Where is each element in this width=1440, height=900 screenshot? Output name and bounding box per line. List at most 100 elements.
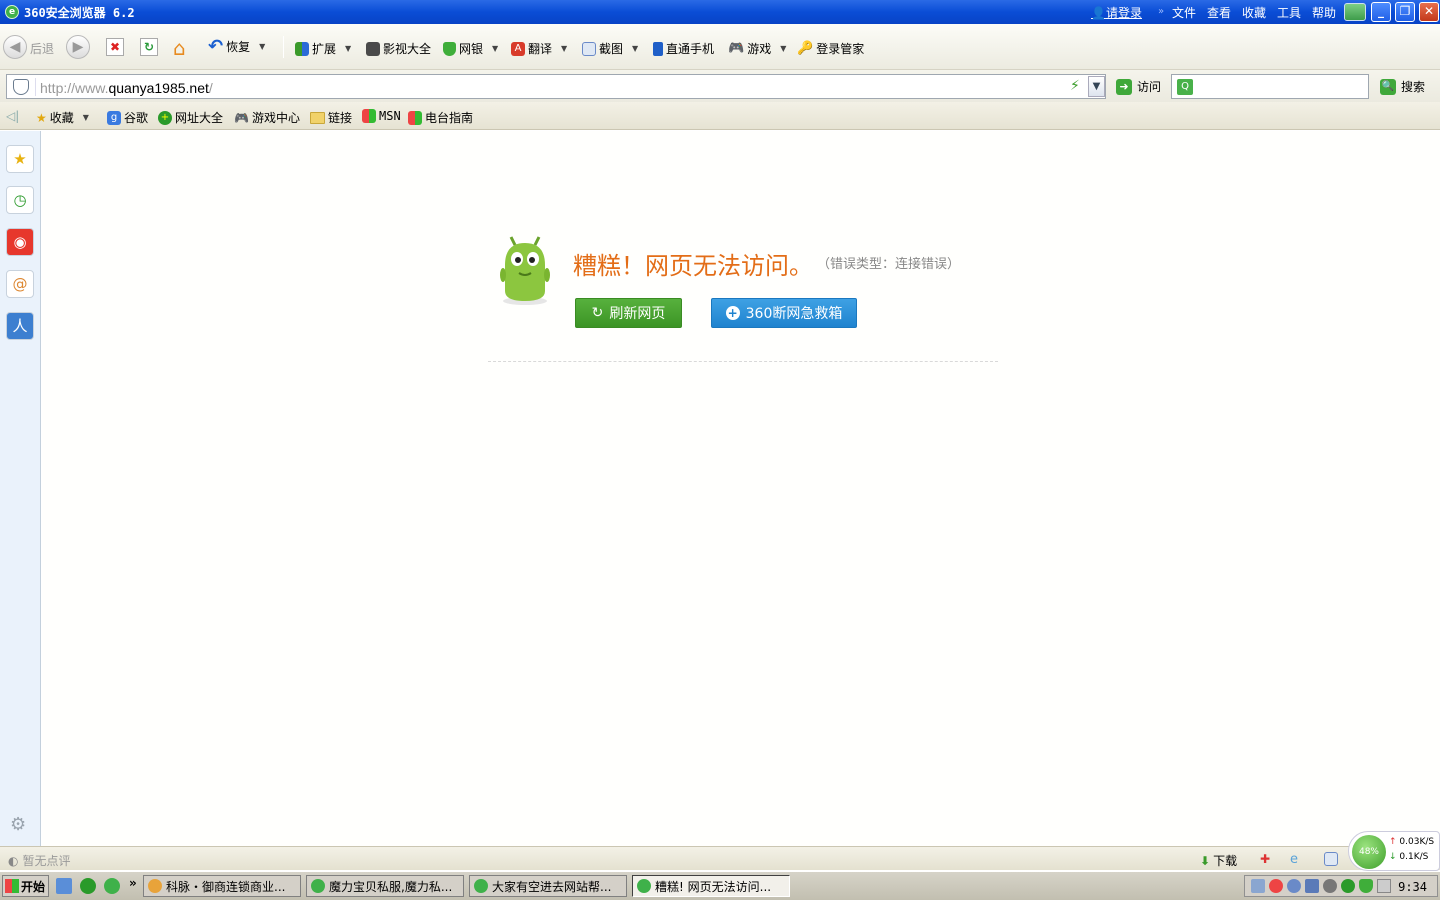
fav-item-google[interactable]: g 谷歌 [107, 109, 148, 126]
weibo-icon[interactable]: ◉ [6, 228, 34, 256]
visit-button[interactable]: ➜ 访问 [1116, 78, 1161, 95]
translate-button[interactable]: A 翻译 ▼ [511, 40, 567, 57]
settings-gear-icon[interactable]: ⚙ [10, 814, 26, 835]
back-arrow-icon[interactable]: ◀ [3, 35, 27, 59]
menu-view[interactable]: 查看 [1207, 4, 1231, 21]
fav-item-game-center[interactable]: 🎮 游戏中心 [234, 109, 300, 126]
ie-icon[interactable]: e [1290, 852, 1304, 867]
network-rescue-button[interactable]: + 360断网急救箱 [711, 298, 857, 328]
window-icon[interactable] [1324, 852, 1338, 866]
network-speed-widget[interactable]: 48% ↑ 0.03K/S ↓ 0.1K/S [1348, 831, 1440, 871]
start-button[interactable]: 开始 [2, 875, 49, 897]
refresh-icon[interactable]: ↻ [140, 38, 158, 56]
login-link[interactable]: 👤请登录 [1091, 4, 1142, 21]
sidebar-toggle-icon[interactable]: ◁| [6, 109, 19, 123]
extend-label: 扩展 [312, 42, 337, 56]
favorites-collect-button[interactable]: ★ 收藏 ▼ [36, 109, 89, 126]
phone-button[interactable]: 直通手机 [653, 40, 714, 57]
back-button[interactable]: 后退 [30, 40, 54, 57]
gamepad-icon: 🎮 [234, 110, 249, 125]
refresh-label: 刷新网页 [609, 306, 666, 322]
tray-network-icon[interactable] [1251, 879, 1265, 893]
menu-favorites[interactable]: 收藏 [1242, 4, 1266, 21]
screenshot-button[interactable]: 截图 ▼ [582, 40, 638, 57]
login-manager-button[interactable]: 🔑 登录管家 [797, 40, 864, 57]
address-bar[interactable]: http://www.quanya1985.net/ ⚡ ▼ [6, 74, 1106, 99]
clock[interactable]: 9:34 [1398, 880, 1427, 894]
url-host: quanya1985.net [108, 80, 209, 96]
url-text[interactable]: http://www.quanya1985.net/ [40, 80, 213, 96]
refresh-page-button[interactable]: ↻ 刷新网页 [575, 298, 682, 328]
skin-shirt-icon[interactable] [1344, 3, 1366, 21]
video-button[interactable]: 影视大全 [366, 40, 431, 57]
restore-button[interactable]: ↶ 恢复 ▼ [208, 36, 265, 57]
traffic-percent: 48% [1352, 835, 1386, 869]
chevron-down-icon: ▼ [345, 44, 352, 53]
extend-button[interactable]: 扩展 ▼ [295, 40, 351, 57]
overflow-chevron-icon[interactable]: » [129, 876, 137, 890]
mascot-icon [500, 236, 550, 305]
tray-monitor-icon[interactable] [1305, 879, 1319, 893]
tray-shield-icon[interactable] [1359, 879, 1373, 893]
tray-speaker-icon[interactable] [1323, 879, 1337, 893]
menu-tools[interactable]: 工具 [1277, 4, 1301, 21]
tray-360-icon[interactable] [1341, 879, 1355, 893]
phone-label: 直通手机 [666, 42, 715, 56]
taskbar-item[interactable]: 魔力宝贝私服,魔力私... [306, 875, 464, 897]
minimize-button[interactable]: _ [1371, 2, 1391, 22]
search-icon: 🔍 [1380, 78, 1396, 95]
cross-plus-icon[interactable]: ✚ [1260, 852, 1274, 866]
toolbar: ◀ 后退 ▶ ✖ ↻ ⌂ ↶ 恢复 ▼ 扩展 ▼ 影视大全 网银 ▼ A 翻译 … [0, 24, 1440, 70]
search-input[interactable]: Q [1171, 74, 1369, 99]
comment-status[interactable]: ◐ 暂无点评 [8, 852, 71, 869]
fav-item-directory[interactable]: + 网址大全 [158, 109, 223, 126]
separator-icon: » [1158, 6, 1165, 17]
games-button[interactable]: 🎮 游戏 ▼ [728, 40, 786, 57]
gamepad-icon: 🎮 [728, 41, 745, 56]
home-icon[interactable]: ⌂ [173, 36, 186, 60]
download-button[interactable]: ⬇ 下载 [1200, 852, 1237, 869]
fav-item-msn[interactable]: MSN [362, 109, 401, 123]
taskbar-item[interactable]: 大家有空进去网站帮... [469, 875, 627, 897]
bank-button[interactable]: 网银 ▼ [443, 40, 498, 57]
restore-window-button[interactable]: ❐ [1395, 2, 1415, 22]
speed-mode-icon[interactable]: ⚡ [1070, 78, 1080, 94]
close-button[interactable]: ✕ [1419, 2, 1439, 22]
star-icon: ★ [36, 110, 47, 125]
search-engine-icon[interactable]: Q [1177, 79, 1193, 95]
fav-item-links[interactable]: 链接 [310, 109, 352, 126]
email-icon[interactable]: @ [6, 270, 34, 298]
taskbar-item[interactable]: 科脉・御商连锁商业... [143, 875, 301, 897]
renren-icon[interactable]: 人 [6, 312, 34, 340]
visit-label: 访问 [1137, 80, 1162, 94]
start-label: 开始 [21, 879, 46, 894]
history-dropdown[interactable]: ▼ [1088, 76, 1105, 97]
window-title: 360安全浏览器 6.2 [24, 6, 135, 20]
fav-item-radio[interactable]: 电台指南 [408, 109, 473, 126]
search-button[interactable]: 🔍 搜索 [1380, 78, 1425, 95]
history-clock-icon[interactable]: ◷ [6, 186, 34, 214]
title-bar: e 360安全浏览器 6.2 👤请登录 » 文件 查看 收藏 工具 帮助 _ ❐… [0, 0, 1440, 24]
menu-file[interactable]: 文件 [1172, 4, 1196, 21]
stop-icon[interactable]: ✖ [106, 38, 124, 56]
forward-button[interactable]: ▶ [66, 35, 90, 59]
taskbar-item-active[interactable]: 糟糕! 网页无法访问... [632, 875, 790, 897]
taskbar: 开始 » 科脉・御商连锁商业... 魔力宝贝私服,魔力私... 大家有空进去网站… [0, 871, 1440, 900]
windows-flag-icon [362, 109, 376, 123]
360-guard-icon[interactable] [80, 878, 96, 894]
security-shield-icon[interactable] [13, 79, 29, 95]
360-browser-icon[interactable] [104, 878, 120, 894]
menu-help[interactable]: 帮助 [1312, 4, 1336, 21]
plus-circle-icon: + [725, 306, 740, 320]
show-desktop-icon[interactable] [56, 878, 72, 894]
tray-app-icon[interactable] [1287, 879, 1301, 893]
favorites-star-icon[interactable]: ★ [6, 145, 34, 173]
task-label: 科脉・御商连锁商业... [166, 879, 286, 894]
tray-qq-icon[interactable] [1269, 879, 1283, 893]
tray-device-icon[interactable] [1377, 879, 1391, 893]
fav-label: 谷歌 [124, 111, 149, 125]
task-label: 糟糕! 网页无法访问... [655, 879, 772, 894]
system-tray: 9:34 [1244, 875, 1438, 897]
download-speed: ↓ 0.1K/S [1389, 852, 1428, 862]
error-type: （错误类型：连接错误） [817, 257, 961, 272]
